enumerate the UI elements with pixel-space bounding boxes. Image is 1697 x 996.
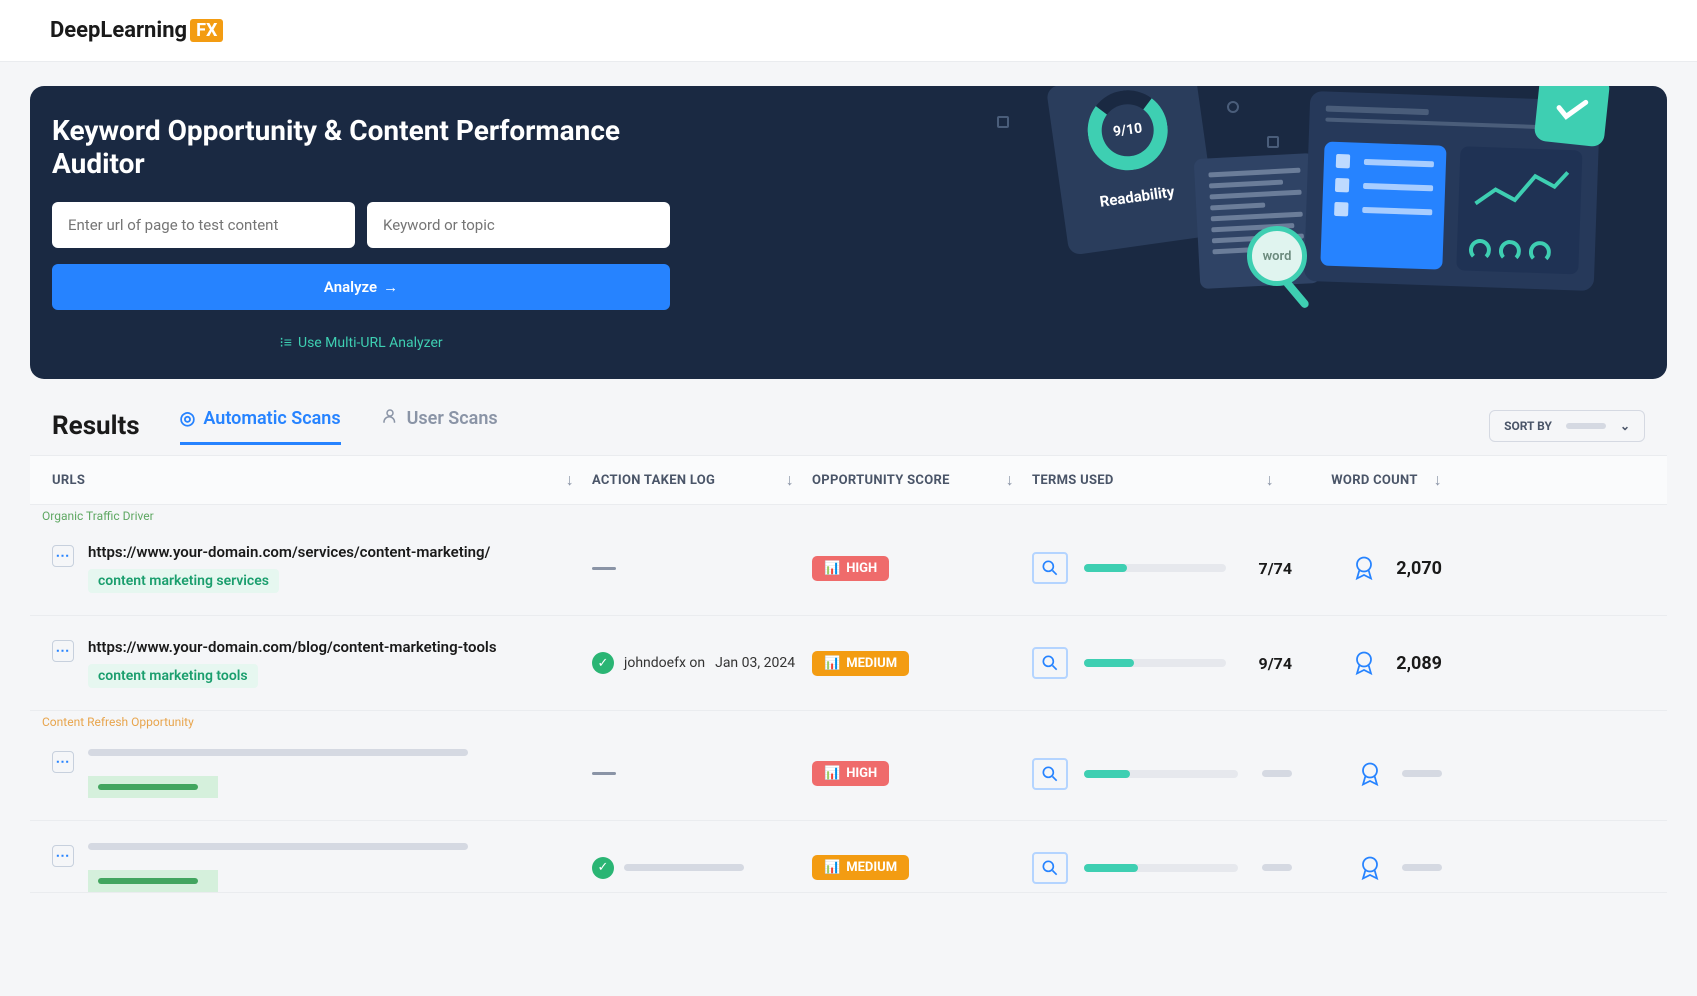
row-wordcount: 2,070 xyxy=(1292,554,1442,582)
col-terms[interactable]: TERMS USED↓ xyxy=(1032,470,1292,490)
skeleton-keyword xyxy=(88,776,218,798)
skeleton-value xyxy=(1402,864,1442,871)
row-tag-refresh: Content Refresh Opportunity xyxy=(30,711,204,739)
logo-text: DeepLearning xyxy=(50,18,187,43)
table-row: ⋯ https://www.your-domain.com/blog/conte… xyxy=(30,616,1667,711)
skeleton-value xyxy=(1402,770,1442,777)
keyword-input[interactable] xyxy=(367,202,670,248)
sort-arrow-icon: ↓ xyxy=(1006,470,1014,490)
row-url[interactable]: https://www.your-domain.com/services/con… xyxy=(88,543,490,561)
dash-icon xyxy=(592,772,616,775)
row-menu-button[interactable]: ⋯ xyxy=(52,845,74,867)
row-score: 📊MEDIUM xyxy=(812,651,1032,676)
row-keyword: content marketing tools xyxy=(88,664,258,688)
target-icon: ◎ xyxy=(180,408,196,429)
row-menu-button[interactable]: ⋯ xyxy=(52,751,74,773)
row-menu-button[interactable]: ⋯ xyxy=(52,545,74,567)
ribbon-icon xyxy=(1356,760,1384,788)
page-title: Keyword Opportunity & Content Performanc… xyxy=(52,114,670,180)
table-row: Content Refresh Opportunity ⋯ 📊HIGH xyxy=(30,711,1667,821)
skeleton-url xyxy=(88,843,468,850)
logo[interactable]: DeepLearningFX xyxy=(50,18,223,43)
search-doc-icon xyxy=(1032,758,1068,790)
hero-illustration: 9/10 Readability word xyxy=(1007,86,1647,379)
sort-arrow-icon: ↓ xyxy=(1266,470,1274,490)
magnifier-icon: word xyxy=(1247,226,1307,286)
sort-arrow-icon: ↓ xyxy=(1434,470,1442,490)
sort-arrow-icon: ↓ xyxy=(786,470,794,490)
ribbon-icon xyxy=(1350,554,1378,582)
row-score: 📊MEDIUM xyxy=(812,855,1032,880)
row-tag-organic: Organic Traffic Driver xyxy=(30,505,164,533)
list-icon: ⁝≡ xyxy=(279,334,292,351)
row-action: ✓ johndoefx on Jan 03, 2024 xyxy=(592,652,812,674)
col-wc[interactable]: WORD COUNT↓ xyxy=(1292,470,1442,490)
row-terms xyxy=(1032,758,1292,790)
check-icon: ✓ xyxy=(592,857,614,879)
ribbon-icon xyxy=(1356,854,1384,882)
gauge-icon: 📊 xyxy=(824,766,840,781)
col-urls[interactable]: URLS↓ xyxy=(52,470,592,490)
skeleton-value xyxy=(1262,864,1292,871)
dash-icon xyxy=(592,567,616,570)
results-table: URLS↓ ACTION TAKEN LOG↓ OPPORTUNITY SCOR… xyxy=(30,455,1667,893)
analyze-button[interactable]: Analyze → xyxy=(52,264,670,310)
row-wordcount xyxy=(1292,760,1442,788)
skeleton-url xyxy=(88,749,468,756)
check-icon: ✓ xyxy=(592,652,614,674)
row-terms: 9/74 xyxy=(1032,647,1292,679)
chevron-down-icon: ⌄ xyxy=(1620,419,1630,433)
col-score[interactable]: OPPORTUNITY SCORE↓ xyxy=(812,470,1032,490)
multi-url-link[interactable]: ⁝≡ Use Multi-URL Analyzer xyxy=(52,334,670,351)
search-doc-icon xyxy=(1032,552,1068,584)
logo-fx-badge: FX xyxy=(190,19,223,42)
gauge-icon: 📊 xyxy=(824,656,840,671)
row-terms xyxy=(1032,852,1292,884)
skeleton-value xyxy=(624,864,744,871)
ribbon-icon xyxy=(1350,649,1378,677)
results-heading: Results xyxy=(52,411,140,441)
row-keyword: content marketing services xyxy=(88,569,279,593)
row-score: 📊HIGH xyxy=(812,761,1032,786)
hero-panel: Keyword Opportunity & Content Performanc… xyxy=(30,86,1667,379)
table-row: ⋯ ✓ 📊MEDIUM xyxy=(30,821,1667,893)
sort-arrow-icon: ↓ xyxy=(566,470,574,490)
user-icon xyxy=(381,407,399,430)
tab-user-scans[interactable]: User Scans xyxy=(381,407,498,445)
gauge-icon: 📊 xyxy=(824,860,840,875)
search-doc-icon xyxy=(1032,852,1068,884)
sort-value-placeholder xyxy=(1566,423,1606,429)
readability-card: 9/10 Readability xyxy=(1046,86,1218,256)
check-badge-icon xyxy=(1534,86,1611,147)
row-score: 📊HIGH xyxy=(812,556,1032,581)
url-input[interactable] xyxy=(52,202,355,248)
row-action xyxy=(592,772,812,775)
row-menu-button[interactable]: ⋯ xyxy=(52,640,74,662)
skeleton-value xyxy=(1262,770,1292,777)
results-tabs: ◎ Automatic Scans User Scans xyxy=(180,407,498,445)
row-action xyxy=(592,567,812,570)
row-action: ✓ xyxy=(592,857,812,879)
row-wordcount xyxy=(1292,854,1442,882)
search-doc-icon xyxy=(1032,647,1068,679)
analyze-label: Analyze xyxy=(324,278,377,296)
arrow-right-icon: → xyxy=(383,278,398,296)
sort-by-dropdown[interactable]: SORT BY ⌄ xyxy=(1489,410,1645,442)
row-url[interactable]: https://www.your-domain.com/blog/content… xyxy=(88,638,497,656)
skeleton-keyword xyxy=(88,870,218,892)
col-action[interactable]: ACTION TAKEN LOG↓ xyxy=(592,470,812,490)
topbar: DeepLearningFX xyxy=(0,0,1697,62)
gauge-icon: 📊 xyxy=(824,561,840,576)
row-terms: 7/74 xyxy=(1032,552,1292,584)
row-wordcount: 2,089 xyxy=(1292,649,1442,677)
tab-automatic-scans[interactable]: ◎ Automatic Scans xyxy=(180,407,341,445)
table-row: Organic Traffic Driver ⋯ https://www.you… xyxy=(30,505,1667,616)
multi-url-label: Use Multi-URL Analyzer xyxy=(298,335,443,351)
